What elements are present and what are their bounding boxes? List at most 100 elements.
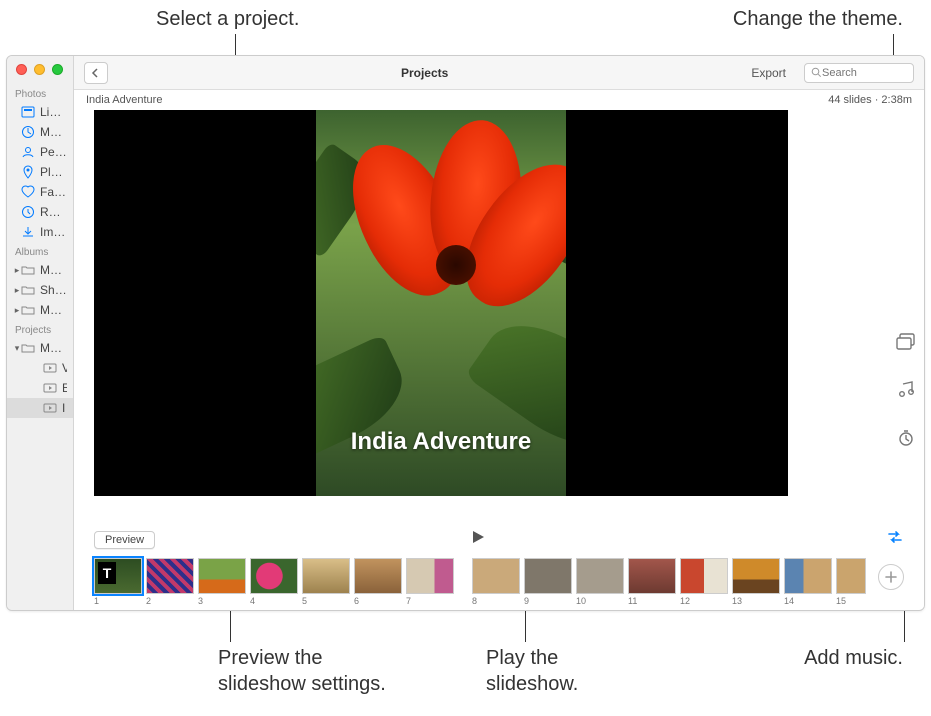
sidebar-item-memories[interactable]: Memories (7, 122, 73, 142)
thumbnail[interactable]: 6 (354, 558, 402, 606)
right-tool-rail (892, 328, 920, 452)
sidebar-item-project-2[interactable]: India Adventure (7, 398, 73, 418)
sidebar-item-label: People (40, 145, 67, 159)
transport-bar: Preview (74, 527, 924, 554)
library-icon (21, 105, 35, 119)
people-icon (21, 145, 35, 159)
thumbnail[interactable]: 4 (250, 558, 298, 606)
music-icon (897, 381, 915, 399)
zoom-window-button[interactable] (52, 64, 63, 75)
chevron-left-icon (91, 68, 101, 78)
thumbnail[interactable]: 8 (472, 558, 520, 606)
thumb-number: 10 (576, 596, 586, 606)
thumb-number: 2 (146, 596, 151, 606)
project-header: India Adventure 44 slides · 2:38m (74, 90, 924, 108)
chevron-right-icon: ▸ (13, 285, 21, 296)
callout-preview-settings: Preview the slideshow settings. (218, 645, 386, 697)
thumb-number: 1 (94, 596, 99, 606)
folder-icon (21, 341, 35, 355)
thumbnail[interactable]: 9 (524, 558, 572, 606)
folder-icon (21, 283, 35, 297)
sidebar: Photos Library Memories People Places Fa… (7, 56, 74, 610)
close-window-button[interactable] (16, 64, 27, 75)
plus-icon (884, 570, 898, 584)
callout-select-project: Select a project. (156, 6, 299, 32)
sidebar-item-media-types[interactable]: ▸ Media Types (7, 260, 73, 280)
duration-button[interactable] (892, 424, 920, 452)
thumbnail[interactable]: 14 (784, 558, 832, 606)
theme-icon (896, 333, 916, 351)
music-button[interactable] (892, 376, 920, 404)
loop-button[interactable] (886, 530, 904, 549)
sidebar-item-recents[interactable]: Recents (7, 202, 73, 222)
preview-area: India Adventure (74, 108, 924, 527)
thumbnail[interactable]: 15 (836, 558, 866, 606)
slide-title: India Adventure (94, 428, 788, 456)
sidebar-item-project-1[interactable]: Exploring Mor… (7, 378, 73, 398)
add-slide-button[interactable] (878, 564, 904, 590)
heart-icon (21, 185, 35, 199)
thumb-number: 8 (472, 596, 477, 606)
thumbnail[interactable]: 7 (406, 558, 454, 606)
theme-button[interactable] (892, 328, 920, 356)
places-icon (21, 165, 35, 179)
thumbnail[interactable]: 1 (94, 558, 142, 606)
chevron-right-icon: ▸ (13, 305, 21, 316)
sidebar-item-project-0[interactable]: Visit to Lisbon (7, 358, 73, 378)
folder-icon (21, 263, 35, 277)
sidebar-item-label: Imports (40, 225, 67, 239)
play-icon (470, 529, 486, 545)
sidebar-item-label: India Adventure (62, 401, 67, 415)
callout-change-theme: Change the theme. (733, 6, 903, 32)
play-button[interactable] (470, 529, 486, 550)
thumb-number: 13 (732, 596, 742, 606)
thumb-number: 14 (784, 596, 794, 606)
window-controls (16, 64, 63, 75)
search-icon (811, 67, 822, 78)
sidebar-item-my-projects[interactable]: ▾ My Projects (7, 338, 73, 358)
toolbar-title: Projects (108, 66, 741, 80)
folder-icon (21, 303, 35, 317)
thumbnail[interactable]: 11 (628, 558, 676, 606)
thumbnail[interactable]: 5 (302, 558, 350, 606)
thumbnail[interactable]: 13 (732, 558, 780, 606)
sidebar-item-shared-albums[interactable]: ▸ Shared Albums (7, 280, 73, 300)
loop-icon (886, 530, 904, 544)
sidebar-item-label: My Projects (40, 341, 67, 355)
sidebar-item-my-albums[interactable]: ▸ My Albums (7, 300, 73, 320)
timer-icon (897, 429, 915, 447)
search-box[interactable] (804, 63, 914, 83)
callout-play: Play the slideshow. (486, 645, 578, 697)
thumbnail[interactable]: 10 (576, 558, 624, 606)
project-meta: 44 slides · 2:38m (828, 94, 912, 106)
download-icon (21, 225, 35, 239)
minimize-window-button[interactable] (34, 64, 45, 75)
thumb-number: 6 (354, 596, 359, 606)
sidebar-item-favourites[interactable]: Favourites (7, 182, 73, 202)
sidebar-item-label: Memories (40, 125, 67, 139)
project-title: India Adventure (86, 94, 162, 106)
sidebar-item-imports[interactable]: Imports (7, 222, 73, 242)
sidebar-item-label: Media Types (40, 263, 67, 277)
thumbnail[interactable]: 2 (146, 558, 194, 606)
callout-add-music: Add music. (804, 645, 903, 671)
thumbnail[interactable]: 3 (198, 558, 246, 606)
search-input[interactable] (822, 67, 902, 79)
thumb-number: 12 (680, 596, 690, 606)
sidebar-item-label: Recents (40, 205, 67, 219)
thumb-number: 7 (406, 596, 411, 606)
sidebar-item-label: My Albums (40, 303, 67, 317)
export-button[interactable]: Export (741, 63, 796, 83)
sidebar-item-library[interactable]: Library (7, 102, 73, 122)
sidebar-item-label: Exploring Mor… (62, 381, 67, 395)
thumb-number: 9 (524, 596, 529, 606)
section-photos: Photos (7, 84, 73, 102)
thumbnail[interactable]: 12 (680, 558, 728, 606)
sidebar-item-label: Favourites (40, 185, 67, 199)
preview-button[interactable]: Preview (94, 531, 155, 549)
sidebar-item-places[interactable]: Places (7, 162, 73, 182)
photos-window: Photos Library Memories People Places Fa… (6, 55, 925, 611)
sidebar-item-label: Visit to Lisbon (62, 361, 67, 375)
sidebar-item-people[interactable]: People (7, 142, 73, 162)
back-button[interactable] (84, 62, 108, 84)
